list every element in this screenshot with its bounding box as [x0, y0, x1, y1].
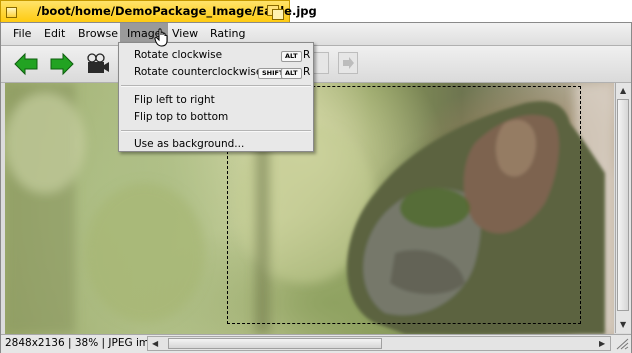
menu-item-flip-left-right[interactable]: Flip left to right: [134, 94, 215, 106]
menu-rating[interactable]: Rating: [210, 27, 245, 40]
forward-arrow-icon[interactable]: [49, 51, 75, 77]
scroll-down-icon[interactable]: ▼: [620, 321, 626, 329]
toolbar: [1, 46, 631, 83]
scroll-left-icon[interactable]: ◀: [152, 340, 158, 348]
menubar: File Edit Browse Image View Rating: [1, 23, 631, 46]
status-bar: 2848x2136 | 38% | JPEG image ◀ ▶: [1, 334, 631, 353]
resize-handle-icon[interactable]: [615, 337, 629, 350]
vertical-scroll-thumb[interactable]: [617, 99, 629, 311]
horizontal-scroll-thumb[interactable]: [168, 338, 382, 349]
close-window-button[interactable]: [6, 7, 17, 18]
shortcut-key-letter: R: [303, 66, 311, 78]
menu-separator: [121, 130, 311, 132]
menu-item-flip-top-bottom[interactable]: Flip top to bottom: [134, 111, 228, 123]
horizontal-scrollbar[interactable]: ◀ ▶: [147, 336, 611, 351]
viewer-window: File Edit Browse Image View Rating ▲ ▼ 2…: [0, 22, 632, 353]
zoom-window-button[interactable]: [267, 5, 284, 20]
menu-item-rotate-counterclockwise[interactable]: Rotate counterclockwise: [134, 66, 262, 78]
window-title-tab[interactable]: /boot/home/DemoPackage_Image/Eagle.jpg: [0, 0, 317, 22]
menu-item-use-as-background[interactable]: Use as background...: [134, 138, 244, 150]
slideshow-projector-icon[interactable]: [85, 51, 111, 77]
next-page-button[interactable]: [338, 52, 358, 74]
image-menu-dropdown: Rotate clockwise ALT R Rotate counterclo…: [118, 42, 314, 152]
back-arrow-icon[interactable]: [13, 51, 39, 77]
vertical-scrollbar[interactable]: ▲ ▼: [615, 83, 631, 333]
scroll-up-icon[interactable]: ▲: [620, 87, 626, 95]
menu-item-rotate-clockwise[interactable]: Rotate clockwise: [134, 49, 222, 61]
hand-cursor-icon: [154, 27, 172, 47]
menu-file[interactable]: File: [13, 27, 31, 40]
menu-browse[interactable]: Browse: [78, 27, 118, 40]
shortcut-key-alt: ALT: [281, 68, 302, 79]
menu-edit[interactable]: Edit: [44, 27, 65, 40]
status-text: 2848x2136 | 38% | JPEG image: [5, 337, 169, 349]
shortcut-key-alt: ALT: [281, 51, 302, 62]
shortcut-key-letter: R: [303, 49, 311, 61]
menu-view[interactable]: View: [172, 27, 198, 40]
scroll-right-icon[interactable]: ▶: [599, 340, 605, 348]
menu-separator: [121, 85, 311, 87]
